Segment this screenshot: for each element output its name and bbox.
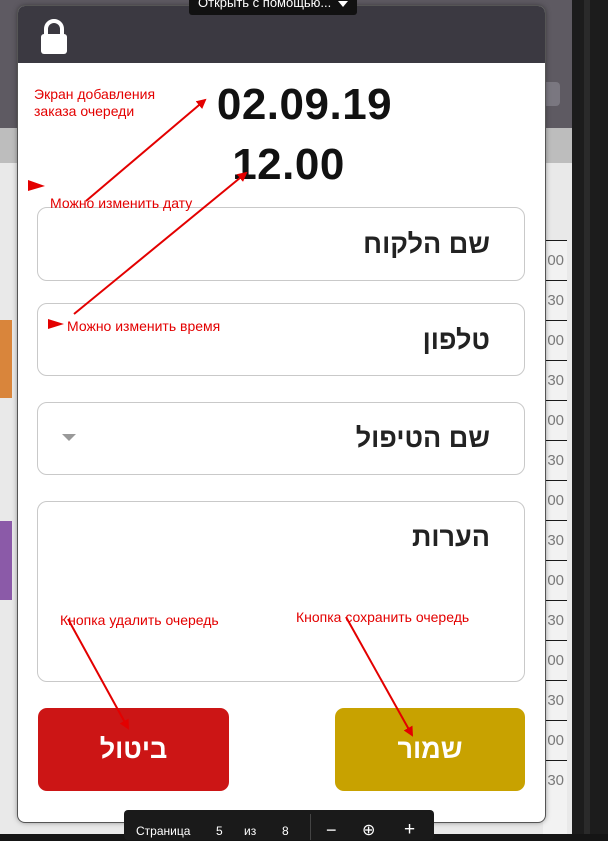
time-cell: 30	[543, 760, 567, 800]
annotation-save-button: Кнопка сохранить очередь	[296, 609, 470, 625]
treatment-placeholder: שם הטיפול	[355, 423, 490, 453]
customer-name-placeholder: שם הלקוח	[363, 229, 490, 259]
page-bar-divider	[310, 814, 311, 840]
annotation-change-date: Можно изменить дату	[50, 195, 193, 211]
dropdown-caret-icon	[62, 434, 76, 441]
zoom-icon[interactable]: ⊕	[362, 820, 375, 840]
save-button[interactable]: שמור	[335, 708, 525, 791]
time-cell: 30	[543, 680, 567, 720]
page-of-label: из	[244, 824, 257, 838]
background-scroll-stripe	[584, 0, 590, 834]
customer-name-input[interactable]: שם הלקוח	[37, 207, 525, 281]
time-cell: 00	[543, 240, 567, 280]
phone-placeholder: טלפון	[422, 325, 490, 355]
lock-icon[interactable]	[39, 19, 69, 55]
time-cell: 00	[543, 720, 567, 760]
time-cell: 00	[543, 560, 567, 600]
annotation-delete-button: Кнопка удалить очередь	[60, 612, 219, 628]
background-appointment-purple	[0, 521, 12, 600]
notes-placeholder: הערות	[411, 522, 490, 552]
open-with-label: Открыть с помощью...	[198, 0, 332, 10]
appointment-time[interactable]: 12.00	[25, 140, 545, 190]
page-number[interactable]: 5	[216, 824, 223, 838]
time-cell: 00	[543, 640, 567, 680]
time-cell: 00	[543, 480, 567, 520]
annotation-screen-title: Экран добавления заказа очереди	[34, 86, 156, 119]
time-cell: 30	[543, 280, 567, 320]
treatment-select[interactable]: שם הטיפול	[37, 402, 525, 475]
zoom-out-button[interactable]: −	[326, 820, 337, 841]
time-cell: 30	[543, 600, 567, 640]
page-label: Страница	[136, 824, 191, 838]
zoom-in-button[interactable]: +	[404, 819, 415, 841]
time-cell: 30	[543, 520, 567, 560]
page-navigation-bar: Страница 5 из 8 − ⊕ +	[124, 810, 434, 840]
page-total: 8	[282, 824, 289, 838]
open-with-button[interactable]: Открыть с помощью...	[189, 0, 357, 15]
cancel-button[interactable]: ביטול	[38, 708, 229, 791]
time-cell: 00	[543, 400, 567, 440]
background-right-edge	[572, 0, 608, 834]
add-appointment-dialog: 02.09.19 12.00 שם הלקוח טלפון שם הטיפול …	[18, 6, 545, 822]
annotation-change-time: Можно изменить время	[67, 318, 221, 334]
background-appointment-orange	[0, 320, 12, 398]
notes-textarea[interactable]: הערות	[37, 501, 525, 682]
phone-input[interactable]: טלפון	[37, 303, 525, 376]
chevron-down-icon	[338, 1, 348, 7]
time-cell: 00	[543, 320, 567, 360]
time-cell: 30	[543, 360, 567, 400]
time-cell: 30	[543, 440, 567, 480]
